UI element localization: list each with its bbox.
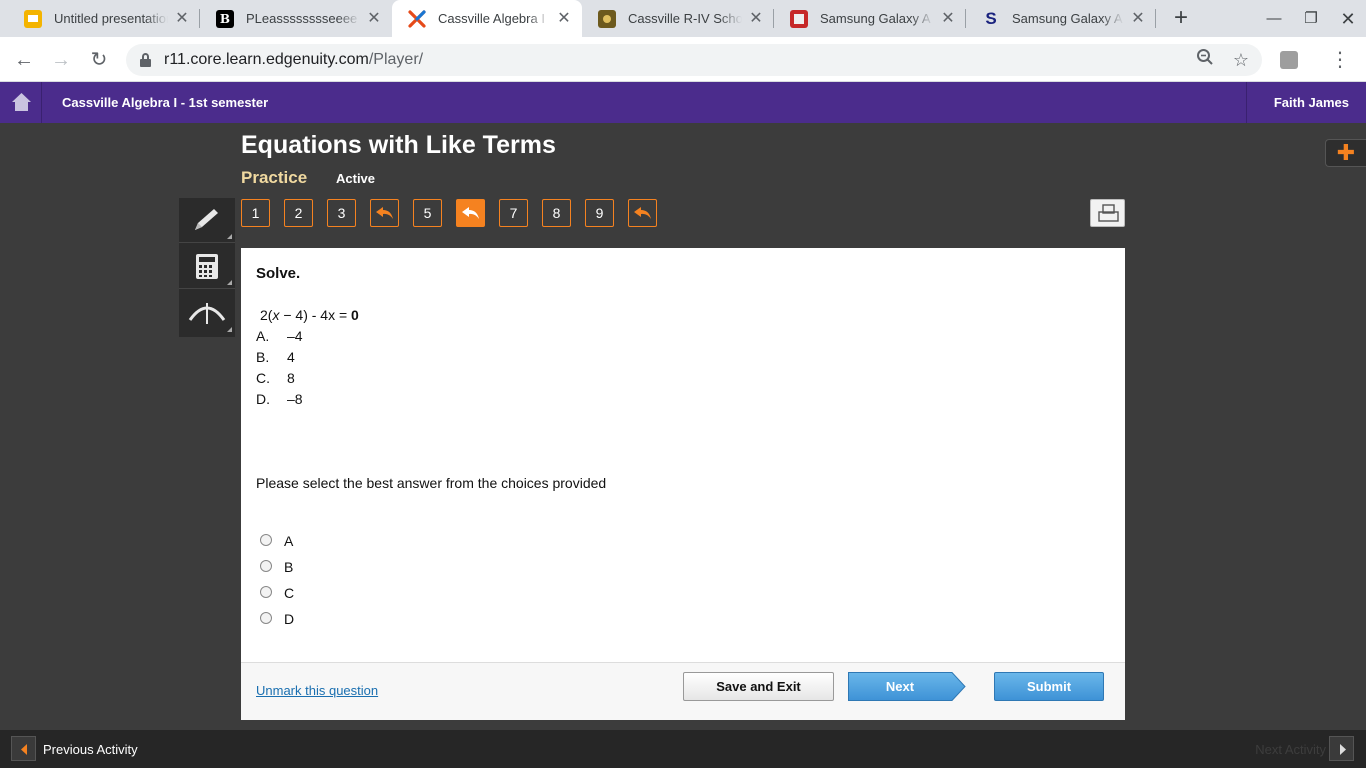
radio-a[interactable] (260, 534, 272, 546)
activity-status: Active (336, 171, 376, 186)
course-title: Cassville Algebra I - 1st semester (62, 95, 269, 110)
browser-toolbar: ← → ↻ r11.core.learn.edgenuity.com/Playe… (0, 37, 1366, 82)
user-name-menu[interactable]: Faith James (1246, 82, 1366, 123)
question-10-marked-button[interactable] (628, 199, 657, 227)
home-icon (12, 93, 31, 111)
question-5-button[interactable]: 5 (413, 199, 442, 227)
next-button[interactable]: Next (848, 672, 966, 701)
browser-tab[interactable]: S Samsung Galaxy A ✕ (966, 0, 1156, 37)
browser-tab[interactable]: Cassville R-IV School ✕ (582, 0, 774, 37)
restore-icon[interactable]: ❐ (1297, 6, 1325, 32)
print-button[interactable] (1090, 199, 1125, 227)
close-tab-icon[interactable]: ✕ (748, 10, 764, 27)
next-activity-button[interactable] (1329, 736, 1354, 761)
minimize-icon[interactable]: — (1260, 6, 1288, 32)
question-9-button[interactable]: 9 (585, 199, 614, 227)
question-2-button[interactable]: 2 (284, 199, 313, 227)
brainly-icon: B (216, 9, 234, 28)
s-icon: S (985, 8, 997, 28)
close-tab-icon[interactable]: ✕ (366, 10, 382, 27)
activity-navigation-bar: Previous Activity Next Activity (0, 730, 1366, 768)
question-equation: 2(x − 4) - 4x = 0 (260, 307, 359, 323)
close-tab-icon[interactable]: ✕ (1130, 10, 1146, 27)
forward-icon[interactable]: → (47, 46, 75, 74)
address-bar[interactable]: r11.core.learn.edgenuity.com/Player/ ☆ (126, 44, 1262, 76)
question-8-button[interactable]: 8 (542, 199, 571, 227)
previous-activity-button[interactable] (11, 736, 36, 761)
tab-title: Cassville R-IV School (628, 11, 742, 26)
close-tab-icon[interactable]: ✕ (940, 10, 956, 27)
question-card: Solve. 2(x − 4) - 4x = 0 A. –4 B. 4 C. 8 D.… (241, 248, 1125, 720)
caret-left-icon (21, 744, 27, 755)
browser-tab[interactable]: B PLeasssssssseeee ✕ (200, 0, 392, 37)
tab-title: Samsung Galaxy A (820, 11, 931, 26)
bookmark-star-icon[interactable]: ☆ (1229, 48, 1253, 72)
browser-tab[interactable]: Untitled presentation ✕ (8, 0, 200, 37)
caret-right-icon (1340, 744, 1346, 755)
close-tab-icon[interactable]: ✕ (556, 10, 572, 27)
lock-icon (140, 53, 151, 67)
menu-icon[interactable]: ⋮ (1326, 46, 1354, 74)
printer-icon (1098, 204, 1119, 222)
question-footer: Unmark this question Save and Exit Next … (241, 662, 1125, 720)
choice-line-d: D. –8 (256, 391, 303, 407)
submit-button[interactable]: Submit (994, 672, 1104, 701)
tab-title: PLeasssssssseeee (246, 11, 358, 26)
flag-arrow-icon (462, 207, 479, 219)
question-6-current-button[interactable] (456, 199, 485, 227)
radio-c[interactable] (260, 586, 272, 598)
tab-title: Untitled presentation (54, 11, 168, 26)
calculator-tool-button[interactable] (179, 244, 235, 289)
samsung-icon (790, 9, 808, 28)
answer-instruction: Please select the best answer from the c… (256, 475, 607, 491)
choice-line-b: B. 4 (256, 349, 295, 365)
question-4-marked-button[interactable] (370, 199, 399, 227)
zoom-icon[interactable] (1193, 48, 1217, 72)
lesson-title: Equations with Like Terms (241, 131, 556, 159)
slides-icon (24, 9, 42, 28)
question-prompt: Solve. (256, 265, 301, 282)
question-1-button[interactable]: 1 (241, 199, 270, 227)
app-header: Cassville Algebra I - 1st semester Faith… (0, 82, 1366, 123)
activity-type: Practice (241, 168, 308, 187)
graph-tool-button[interactable] (179, 290, 235, 335)
browser-tab-active[interactable]: Cassville Algebra I ✕ (392, 0, 582, 37)
previous-activity-label[interactable]: Previous Activity (43, 742, 138, 757)
question-7-button[interactable]: 7 (499, 199, 528, 227)
close-tab-icon[interactable]: ✕ (174, 10, 190, 27)
choice-line-c: C. 8 (256, 370, 295, 386)
tab-title: Samsung Galaxy A (1012, 11, 1123, 26)
tab-title: Cassville Algebra I (438, 11, 545, 26)
tools-panel (179, 198, 235, 337)
radio-d[interactable] (260, 612, 272, 624)
home-button[interactable] (0, 82, 42, 123)
radio-b[interactable] (260, 560, 272, 572)
unmark-question-link[interactable]: Unmark this question (256, 683, 378, 698)
next-activity-label: Next Activity (1255, 742, 1326, 757)
flag-arrow-icon (376, 207, 393, 219)
choice-line-a: A. –4 (256, 328, 303, 344)
save-and-exit-button[interactable]: Save and Exit (683, 672, 834, 701)
url-text: r11.core.learn.edgenuity.com/Player/ (164, 51, 424, 68)
browser-tab[interactable]: Samsung Galaxy A ✕ (774, 0, 966, 37)
new-tab-icon[interactable]: + (1168, 6, 1194, 32)
expand-plus-icon[interactable]: ✚ (1325, 139, 1366, 167)
school-icon (598, 9, 616, 28)
reload-icon[interactable]: ↻ (85, 46, 113, 74)
question-3-button[interactable]: 3 (327, 199, 356, 227)
edgenuity-icon (408, 9, 426, 28)
back-icon[interactable]: ← (10, 46, 38, 74)
extension-icon[interactable] (1275, 46, 1303, 74)
flag-arrow-icon (634, 207, 651, 219)
pencil-tool-button[interactable] (179, 198, 235, 243)
window-close-icon[interactable]: ✕ (1334, 6, 1362, 32)
browser-tab-strip: Untitled presentation ✕ B PLeassssssssee… (0, 0, 1366, 37)
